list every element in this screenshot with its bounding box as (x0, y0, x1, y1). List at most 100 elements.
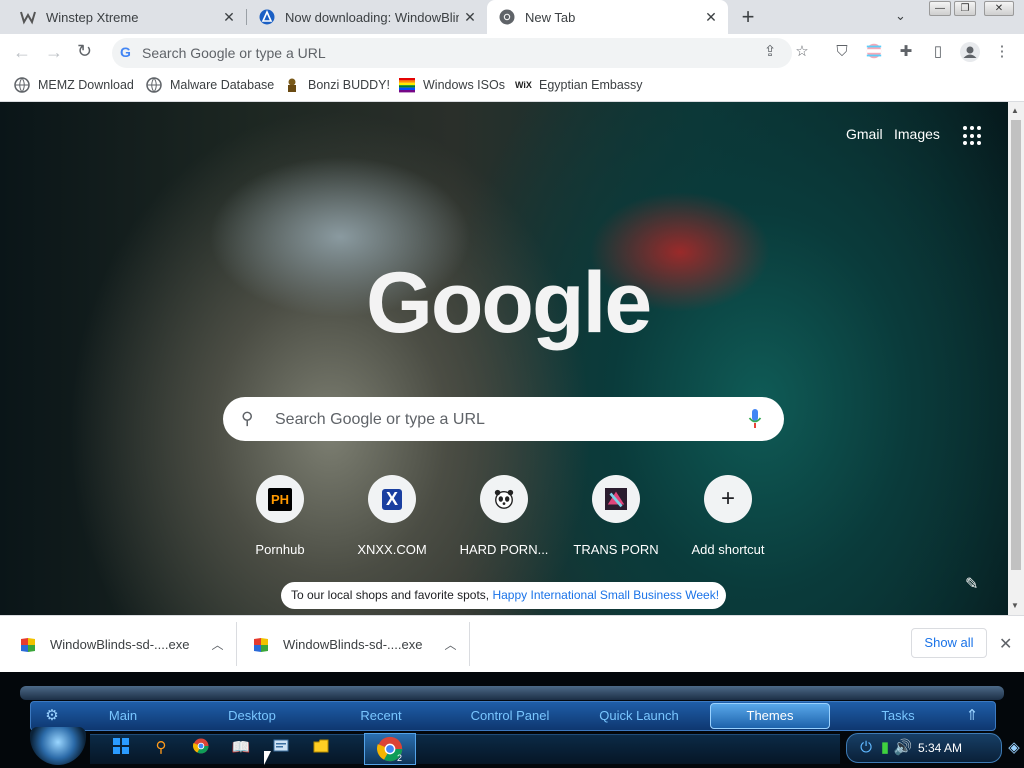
bookmark-label: Malware Database (170, 78, 275, 92)
taskbar-menu-quick-launch[interactable]: Quick Launch (584, 708, 694, 723)
scrollbar-thumb[interactable] (1011, 120, 1021, 570)
chevron-up-icon[interactable]: ︿ (211, 636, 223, 653)
taskbar-menu-main[interactable]: Main (68, 708, 178, 723)
tab-title: Winstep Xtreme (46, 9, 139, 25)
shortcut-label: Pornhub (255, 542, 305, 557)
winstep-icon (20, 11, 36, 25)
windowblinds-file-icon (20, 637, 36, 653)
bookmark-egyptian-embassy[interactable]: WiX Egyptian Embassy (515, 77, 643, 93)
taskbar-menu-tasks[interactable]: Tasks (843, 708, 953, 723)
shortcut-label: Add shortcut (691, 542, 765, 557)
restore-button[interactable]: ❐ (954, 1, 976, 16)
taskbar-menu-themes[interactable]: Themes (715, 708, 825, 723)
search-icon: ⚲ (241, 409, 254, 428)
bookmark-star-icon[interactable]: ☆ (792, 42, 812, 62)
battery-icon[interactable]: ▮ (875, 738, 895, 758)
close-icon[interactable]: ✕ (999, 634, 1012, 654)
close-icon[interactable]: ✕ (700, 9, 722, 26)
panda-icon (480, 475, 528, 523)
customize-pencil-icon[interactable]: ✎ (965, 574, 978, 594)
shortcut-label: TRANS PORN (573, 542, 659, 557)
gmail-link[interactable]: Gmail (846, 126, 883, 142)
xnxx-icon: X (368, 475, 416, 523)
tab-title: Now downloading: WindowBlinds (285, 9, 459, 25)
taskbar-menu-desktop[interactable]: Desktop (197, 708, 307, 723)
menu-kebab-icon[interactable]: ⋮ (992, 42, 1012, 62)
bookmark-bonzi[interactable]: Bonzi BUDDY! (284, 77, 390, 93)
close-icon[interactable]: ✕ (459, 9, 481, 26)
folder-icon[interactable] (311, 738, 331, 758)
tab-new-tab[interactable]: New Tab ✕ (487, 0, 728, 34)
chrome-icon[interactable] (191, 738, 211, 758)
tab-winstep[interactable]: Winstep Xtreme ✕ (0, 0, 246, 34)
pornhub-icon: PH (256, 475, 304, 523)
scroll-up-arrow-icon[interactable]: ▲ (1011, 106, 1019, 115)
promo-link[interactable]: Happy International Small Business Week! (492, 588, 719, 602)
profile-avatar-icon[interactable] (960, 42, 980, 62)
tab-search-icon[interactable]: ⌄ (895, 8, 906, 24)
show-all-button[interactable]: Show all (911, 628, 987, 658)
book-icon[interactable]: 📖 (231, 738, 251, 758)
ublock-icon[interactable]: ⛉ (832, 42, 852, 62)
control-panel-icon[interactable] (271, 738, 291, 758)
gear-icon[interactable]: ⚙ (42, 706, 62, 726)
download-separator (469, 622, 470, 666)
shortcut-trans[interactable]: TRANS PORN (560, 475, 672, 557)
back-icon[interactable]: ← (13, 42, 31, 63)
search-icon[interactable]: ⚲ (151, 738, 171, 758)
extensions-puzzle-icon[interactable]: ✚ (896, 42, 916, 62)
promo-banner: To our local shops and favorite spots, H… (281, 582, 726, 609)
bookmark-label: Bonzi BUDDY! (308, 78, 390, 92)
bookmark-windows-isos[interactable]: Windows ISOs (399, 77, 505, 93)
windowblinds-file-icon (253, 637, 269, 653)
share-icon[interactable]: ⇪ (760, 42, 780, 62)
download-filename: WindowBlinds-sd-....exe (283, 637, 423, 652)
chrome-window-count-badge: 2 (397, 753, 403, 763)
bookmark-memz[interactable]: MEMZ Download (14, 77, 134, 93)
close-icon[interactable]: ✕ (218, 9, 240, 26)
ntp-search-placeholder[interactable]: Search Google or type a URL (275, 411, 485, 429)
tab-download[interactable]: Now downloading: WindowBlinds ✕ (247, 0, 487, 34)
minimize-button[interactable]: — (929, 1, 951, 16)
close-window-button[interactable]: ✕ (984, 1, 1014, 16)
bookmark-label: Windows ISOs (423, 78, 505, 92)
shortcut-label: XNXX.COM (357, 542, 427, 557)
apps-grid-icon[interactable] (963, 126, 983, 146)
address-placeholder[interactable]: Search Google or type a URL (142, 45, 326, 61)
download-item-2[interactable]: WindowBlinds-sd-....exe ︿ (253, 636, 456, 653)
new-tab-button[interactable]: + (736, 4, 760, 30)
google-logo: Google (366, 255, 652, 351)
pin-icon[interactable]: ⇑ (962, 706, 982, 726)
shortcut-xnxx[interactable]: X XNXX.COM (336, 475, 448, 557)
chevron-up-icon[interactable]: ︿ (444, 636, 456, 653)
download-separator (236, 622, 237, 666)
add-shortcut-button[interactable]: + Add shortcut (672, 475, 784, 557)
scroll-down-arrow-icon[interactable]: ▼ (1011, 601, 1019, 610)
skin-badge-icon: ◈ (1008, 739, 1020, 756)
bookmark-malware-db[interactable]: Malware Database (146, 77, 274, 93)
microphone-icon[interactable] (748, 408, 762, 430)
globe-icon (14, 77, 30, 93)
bookmark-label: MEMZ Download (38, 78, 134, 92)
shortcut-hard[interactable]: HARD PORN... (448, 475, 560, 557)
promo-text: To our local shops and favorite spots, (291, 588, 490, 602)
shortcut-pornhub[interactable]: PH Pornhub (224, 475, 336, 557)
power-icon[interactable]: ⏻ (856, 738, 876, 758)
taskbar-frame (20, 686, 1004, 700)
chrome-icon (499, 9, 515, 25)
plus-icon: + (704, 475, 752, 523)
mouse-cursor-icon (264, 751, 271, 765)
images-link[interactable]: Images (894, 126, 940, 142)
clock[interactable]: 5:34 AM (918, 741, 962, 755)
volume-icon[interactable]: 🔊 (893, 738, 913, 758)
windows-start-icon[interactable] (111, 738, 131, 758)
taskbar-menu-control-panel[interactable]: Control Panel (455, 708, 565, 723)
side-panel-icon[interactable]: ▯ (928, 42, 948, 62)
taskbar-menu-recent[interactable]: Recent (326, 708, 436, 723)
download-site-icon (259, 9, 275, 25)
forward-icon[interactable]: → (45, 42, 63, 63)
extension-flag-icon[interactable] (864, 42, 884, 62)
download-item-1[interactable]: WindowBlinds-sd-....exe ︿ (20, 636, 223, 653)
reload-icon[interactable]: ↻ (77, 41, 92, 62)
tab-title: New Tab (525, 9, 576, 25)
